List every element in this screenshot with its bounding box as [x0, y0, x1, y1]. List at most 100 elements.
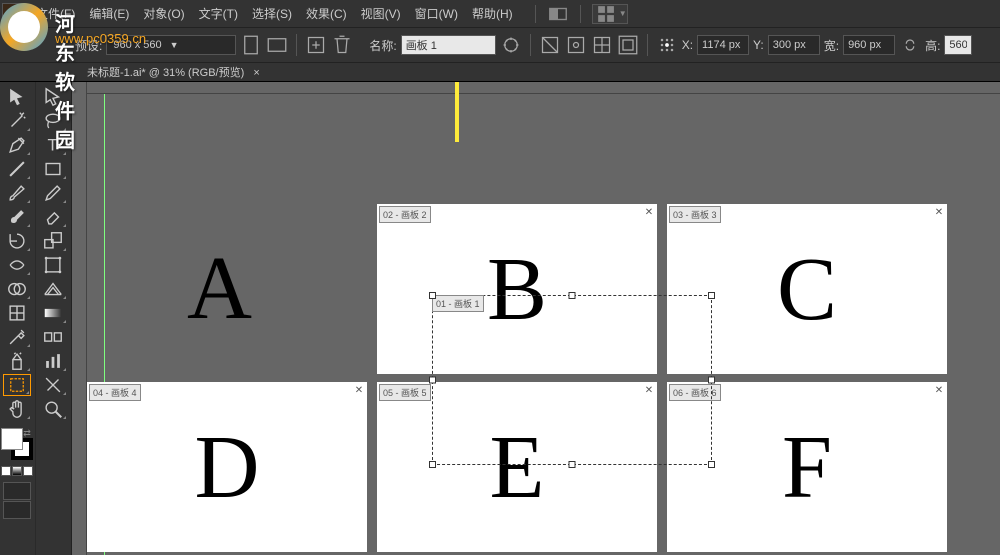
- tab-title: 未标题-1.ai* @ 31% (RGB/预览): [87, 67, 244, 79]
- close-icon[interactable]: ✕: [933, 384, 945, 396]
- gradient-mode-icon[interactable]: [12, 466, 22, 476]
- height-input[interactable]: [944, 35, 972, 55]
- watermark-title: 河东软件园: [55, 8, 76, 153]
- none-mode-icon[interactable]: [23, 466, 33, 476]
- link-icon[interactable]: [899, 34, 921, 56]
- landscape-icon[interactable]: [266, 34, 288, 56]
- pencil-tool[interactable]: [39, 182, 67, 204]
- color-swatches[interactable]: ⇄: [1, 428, 33, 460]
- artboard[interactable]: 04 - 画板 4 ✕ D: [87, 382, 367, 552]
- swap-colors-icon[interactable]: ⇄: [23, 428, 33, 438]
- color-mode-icon[interactable]: [1, 466, 11, 476]
- line-tool[interactable]: [3, 158, 31, 180]
- artboard-label: 06 - 画板 6: [669, 384, 721, 401]
- draw-normal-icon[interactable]: [3, 482, 31, 500]
- canvas-letter: A: [187, 237, 252, 340]
- close-icon[interactable]: ✕: [643, 384, 655, 396]
- constrain-proportions-icon[interactable]: [539, 34, 561, 56]
- width-tool[interactable]: [3, 254, 31, 276]
- separator: [296, 34, 297, 56]
- menu-edit[interactable]: 编辑(E): [89, 5, 129, 22]
- artboard[interactable]: 05 - 画板 5 ✕ E: [377, 382, 657, 552]
- h-label: 高:: [925, 37, 940, 54]
- rectangle-tool[interactable]: [39, 158, 67, 180]
- color-theme-icon[interactable]: [547, 3, 569, 25]
- show-center-icon[interactable]: [565, 34, 587, 56]
- portrait-icon[interactable]: [240, 34, 262, 56]
- menu-view[interactable]: 视图(V): [361, 5, 401, 22]
- menu-separator: [535, 5, 536, 23]
- artboard-label: 04 - 画板 4: [89, 384, 141, 401]
- x-label: X:: [682, 38, 693, 52]
- gradient-tool[interactable]: [39, 302, 67, 324]
- artboard-label: 02 - 画板 2: [379, 206, 431, 223]
- magic-wand-tool[interactable]: [3, 110, 31, 132]
- main-area: ⇄ T: [0, 82, 1000, 555]
- menu-separator: [580, 5, 581, 23]
- rotate-tool[interactable]: [3, 230, 31, 252]
- w-label: 宽:: [824, 37, 839, 54]
- delete-artboard-icon[interactable]: [331, 34, 353, 56]
- zoom-tool[interactable]: [39, 398, 67, 420]
- letter-glyph: E: [490, 416, 545, 519]
- y-input[interactable]: [768, 35, 820, 55]
- artboard-label: 03 - 画板 3: [669, 206, 721, 223]
- name-label: 名称:: [369, 37, 396, 54]
- horizontal-ruler[interactable]: [87, 82, 1000, 94]
- close-icon[interactable]: ✕: [933, 206, 945, 218]
- menu-type[interactable]: 文字(T): [199, 5, 238, 22]
- letter-glyph: D: [195, 416, 260, 519]
- mini-swatches: [1, 466, 33, 476]
- scale-tool[interactable]: [39, 230, 67, 252]
- paintbrush-tool[interactable]: [3, 182, 31, 204]
- eraser-tool[interactable]: [39, 206, 67, 228]
- letter-glyph: B: [487, 238, 547, 341]
- symbol-sprayer-tool[interactable]: [3, 350, 31, 372]
- blend-tool[interactable]: [39, 326, 67, 348]
- menu-bar: Ai 文件(F) 编辑(E) 对象(O) 文字(T) 选择(S) 效果(C) 视…: [0, 0, 1000, 27]
- menu-help[interactable]: 帮助(H): [472, 5, 513, 22]
- chevron-down-icon: ▼: [170, 40, 179, 50]
- fill-swatch[interactable]: [1, 428, 23, 450]
- watermark-logo-icon: [0, 3, 48, 51]
- artboard[interactable]: 02 - 画板 2 ✕ B: [377, 204, 657, 374]
- options-icon[interactable]: [500, 34, 522, 56]
- options-bar: 预设: 960 x 560 ▼ 名称: X: Y: 宽: 高:: [0, 27, 1000, 62]
- artboard-tool[interactable]: [3, 374, 31, 396]
- slice-tool[interactable]: [39, 374, 67, 396]
- document-tab[interactable]: 未标题-1.ai* @ 31% (RGB/预览) ×: [75, 64, 272, 80]
- show-crosshair-icon[interactable]: [591, 34, 613, 56]
- close-icon[interactable]: ✕: [643, 206, 655, 218]
- reference-point-icon[interactable]: [656, 34, 678, 56]
- pen-tool[interactable]: [3, 134, 31, 156]
- separator: [647, 34, 648, 56]
- artboard-name-input[interactable]: [401, 35, 496, 55]
- mesh-tool[interactable]: [3, 302, 31, 324]
- draw-behind-icon[interactable]: [3, 501, 31, 519]
- letter-glyph: F: [782, 416, 832, 519]
- hand-tool[interactable]: [3, 398, 31, 420]
- perspective-grid-tool[interactable]: [39, 278, 67, 300]
- menu-object[interactable]: 对象(O): [143, 5, 184, 22]
- free-transform-tool[interactable]: [39, 254, 67, 276]
- menu-select[interactable]: 选择(S): [252, 5, 292, 22]
- artboard[interactable]: 03 - 画板 3 ✕ C: [667, 204, 947, 374]
- blob-brush-tool[interactable]: [3, 206, 31, 228]
- artboard-label: 05 - 画板 5: [379, 384, 431, 401]
- canvas[interactable]: A 02 - 画板 2 ✕ B 03 - 画板 3 ✕ C 04 - 画板 4 …: [72, 82, 1000, 555]
- x-input[interactable]: [697, 35, 749, 55]
- new-artboard-icon[interactable]: [305, 34, 327, 56]
- menu-window[interactable]: 窗口(W): [415, 5, 458, 22]
- workspace-switcher[interactable]: ▼: [592, 4, 628, 24]
- column-graph-tool[interactable]: [39, 350, 67, 372]
- tab-close-icon[interactable]: ×: [253, 67, 259, 79]
- menu-effect[interactable]: 效果(C): [306, 5, 347, 22]
- eyedropper-tool[interactable]: [3, 326, 31, 348]
- y-label: Y:: [753, 38, 764, 52]
- close-icon[interactable]: ✕: [353, 384, 365, 396]
- selection-tool[interactable]: [3, 86, 31, 108]
- width-input[interactable]: [843, 35, 895, 55]
- show-safe-area-icon[interactable]: [617, 34, 639, 56]
- shape-builder-tool[interactable]: [3, 278, 31, 300]
- artboard[interactable]: 06 - 画板 6 ✕ F: [667, 382, 947, 552]
